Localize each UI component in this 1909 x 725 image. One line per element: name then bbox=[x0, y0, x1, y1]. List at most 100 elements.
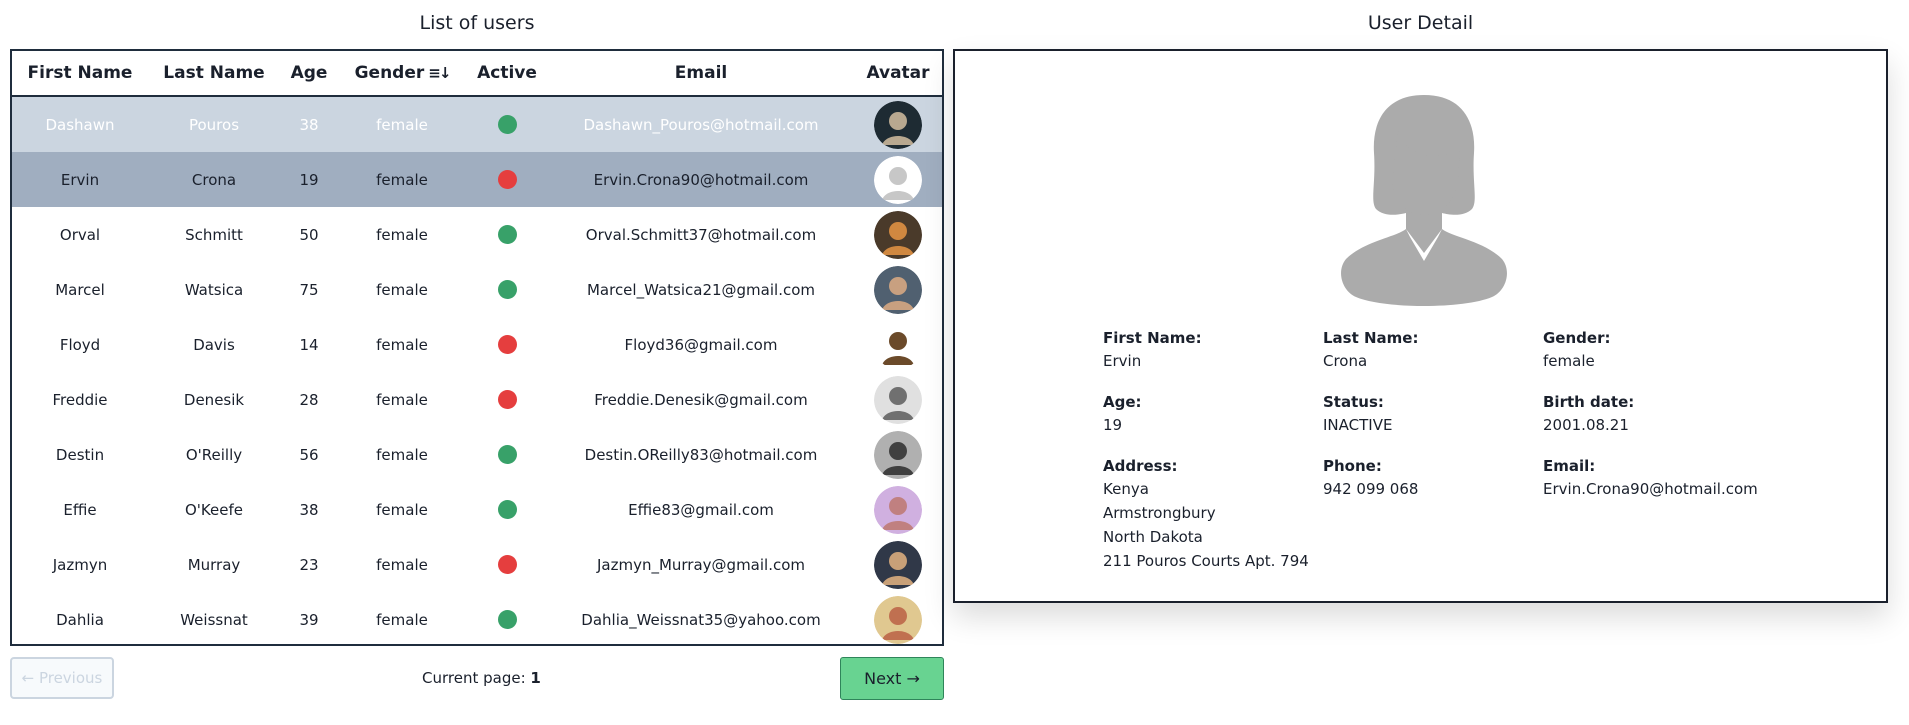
previous-button[interactable]: ← Previous bbox=[10, 657, 114, 699]
column-header-last-name[interactable]: Last Name bbox=[148, 63, 280, 83]
avatar bbox=[874, 375, 922, 424]
column-header-gender[interactable]: Gender ≡↓ bbox=[338, 63, 466, 83]
table-row[interactable]: Freddie Denesik 28 female Freddie.Denesik@gm… bbox=[12, 372, 942, 427]
detail-field: Email: Ervin.Crona90@hotmail.com bbox=[1543, 457, 1758, 573]
user-detail-card: First Name: Ervin Last Name: Crona Gender: fe… bbox=[953, 49, 1888, 603]
inactive-status-dot bbox=[497, 335, 517, 354]
active-status-dot bbox=[497, 225, 517, 244]
table-row[interactable]: Floyd Davis 14 female Floyd36@gmail.com bbox=[12, 317, 942, 372]
detail-field: Age: 19 bbox=[1103, 393, 1323, 437]
column-header-age[interactable]: Age bbox=[280, 63, 338, 83]
cell-age: 38 bbox=[299, 500, 319, 519]
detail-field-label: Status: bbox=[1323, 393, 1384, 411]
table-row[interactable]: Destin O'Reilly 56 female Destin.OReilly83@h… bbox=[12, 427, 942, 482]
cell-email: Effie83@gmail.com bbox=[628, 500, 774, 519]
cell-gender: female bbox=[376, 390, 428, 409]
cell-first-name: Jazmyn bbox=[52, 555, 108, 574]
column-header-gender-label: Gender bbox=[354, 63, 425, 83]
inactive-status-dot bbox=[497, 555, 517, 574]
detail-field-label: Birth date: bbox=[1543, 393, 1635, 411]
active-status-dot bbox=[497, 115, 517, 134]
column-header-active[interactable]: Active bbox=[466, 63, 548, 83]
cell-gender: female bbox=[376, 500, 428, 519]
cell-last-name: Watsica bbox=[184, 280, 244, 299]
list-title: List of users bbox=[419, 12, 535, 34]
cell-avatar bbox=[854, 430, 942, 479]
avatar bbox=[874, 595, 922, 644]
cell-active bbox=[466, 115, 548, 134]
detail-field-value: Armstrongbury bbox=[1103, 504, 1216, 522]
cell-age: 38 bbox=[299, 115, 319, 134]
avatar bbox=[874, 320, 922, 369]
cell-first-name: Freddie bbox=[52, 390, 108, 409]
cell-avatar bbox=[854, 485, 942, 534]
cell-email: Jazmyn_Murray@gmail.com bbox=[596, 555, 806, 574]
detail-field: Phone: 942 099 068 bbox=[1323, 457, 1543, 573]
detail-field-value: 942 099 068 bbox=[1323, 480, 1419, 498]
cell-avatar bbox=[854, 595, 942, 644]
detail-field-label: Email: bbox=[1543, 457, 1596, 475]
active-status-dot bbox=[497, 280, 517, 299]
cell-active bbox=[466, 280, 548, 299]
detail-field-value: 211 Pouros Courts Apt. 794 bbox=[1103, 552, 1309, 570]
inactive-status-dot bbox=[497, 390, 517, 409]
cell-last-name: Pouros bbox=[188, 115, 240, 134]
cell-email: Destin.OReilly83@hotmail.com bbox=[584, 445, 818, 464]
detail-field-label: Phone: bbox=[1323, 457, 1382, 475]
cell-avatar bbox=[854, 265, 942, 314]
table-row[interactable]: Ervin Crona 19 female Ervin.Crona90@hotmail.… bbox=[12, 152, 942, 207]
sort-icon[interactable]: ≡↓ bbox=[428, 64, 451, 82]
detail-field-value: 19 bbox=[1103, 416, 1123, 434]
cell-active bbox=[466, 170, 548, 189]
column-header-email[interactable]: Email bbox=[548, 63, 854, 83]
cell-last-name: Davis bbox=[193, 335, 235, 354]
detail-field-value: female bbox=[1543, 352, 1595, 370]
active-status-dot bbox=[497, 445, 517, 464]
column-header-first-name[interactable]: First Name bbox=[12, 63, 148, 83]
detail-field: Status: INACTIVE bbox=[1323, 393, 1543, 437]
column-header-avatar: Avatar bbox=[866, 63, 930, 83]
table-row[interactable]: Dashawn Pouros 38 female Dashawn_Pouros@hotm… bbox=[12, 97, 942, 152]
cell-gender: female bbox=[376, 225, 428, 244]
cell-email: Floyd36@gmail.com bbox=[624, 335, 778, 354]
table-body: Dashawn Pouros 38 female Dashawn_Pouros@hotm… bbox=[12, 97, 942, 644]
cell-gender: female bbox=[376, 115, 428, 134]
cell-avatar bbox=[854, 540, 942, 589]
detail-field: Last Name: Crona bbox=[1323, 329, 1543, 373]
avatar bbox=[874, 485, 922, 534]
cell-gender: female bbox=[376, 445, 428, 464]
users-table: First Name Last Name Age Gender ≡↓ Active… bbox=[10, 49, 944, 646]
cell-active bbox=[466, 390, 548, 409]
cell-first-name: Orval bbox=[59, 225, 101, 244]
avatar bbox=[874, 540, 922, 589]
cell-age: 23 bbox=[299, 555, 319, 574]
cell-age: 14 bbox=[299, 335, 319, 354]
cell-first-name: Ervin bbox=[60, 170, 100, 189]
cell-active bbox=[466, 500, 548, 519]
cell-age: 28 bbox=[299, 390, 319, 409]
cell-gender: female bbox=[376, 170, 428, 189]
detail-field-value: Crona bbox=[1323, 352, 1368, 370]
cell-age: 50 bbox=[299, 225, 319, 244]
cell-first-name: Floyd bbox=[59, 335, 101, 354]
cell-email: Ervin.Crona90@hotmail.com bbox=[593, 170, 809, 189]
detail-field-value: Ervin.Crona90@hotmail.com bbox=[1543, 480, 1758, 498]
next-button[interactable]: Next → bbox=[840, 657, 944, 700]
current-page-number: 1 bbox=[530, 669, 541, 687]
table-row[interactable]: Orval Schmitt 50 female Orval.Schmitt37@hotm… bbox=[12, 207, 942, 262]
cell-email: Dashawn_Pouros@hotmail.com bbox=[583, 115, 819, 134]
detail-field-value: North Dakota bbox=[1103, 528, 1203, 546]
avatar bbox=[874, 430, 922, 479]
table-row[interactable]: Dahlia Weissnat 39 female Dahlia_Weissnat35@… bbox=[12, 592, 942, 644]
detail-field-label: Last Name: bbox=[1323, 329, 1419, 347]
table-row[interactable]: Jazmyn Murray 23 female Jazmyn_Murray@gmail.… bbox=[12, 537, 942, 592]
cell-email: Marcel_Watsica21@gmail.com bbox=[586, 280, 816, 299]
inactive-status-dot bbox=[497, 170, 517, 189]
detail-field: Birth date: 2001.08.21 bbox=[1543, 393, 1743, 437]
current-page-indicator: Current page: 1 bbox=[422, 669, 541, 687]
table-row[interactable]: Marcel Watsica 75 female Marcel_Watsica21@gm… bbox=[12, 262, 942, 317]
cell-first-name: Dahlia bbox=[56, 610, 104, 629]
cell-age: 75 bbox=[299, 280, 319, 299]
table-row[interactable]: Effie O'Keefe 38 female Effie83@gmail.com bbox=[12, 482, 942, 537]
detail-field-label: Age: bbox=[1103, 393, 1142, 411]
